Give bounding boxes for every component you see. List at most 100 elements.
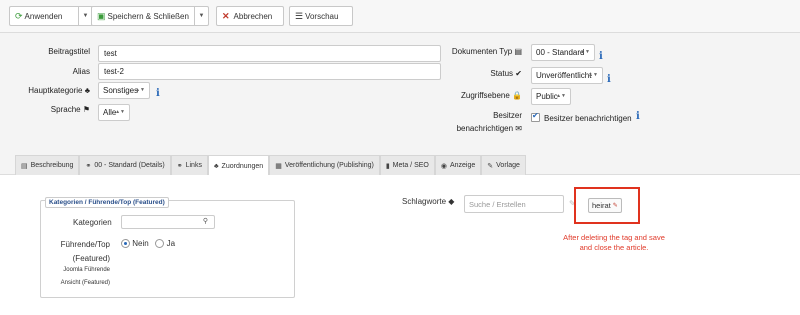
- save-icon: ▣: [97, 10, 106, 21]
- tags-label: Schlagworte ◆: [402, 197, 454, 206]
- featured-radios: Nein Ja: [121, 239, 176, 249]
- search-icon: ⚲: [202, 218, 208, 225]
- preview-button[interactable]: ☰ Vorschau: [289, 6, 353, 26]
- category-select[interactable]: Sonstiges ▲▼: [98, 82, 150, 99]
- joomla-featured-label-line2: Ansicht (Featured): [60, 280, 110, 286]
- featured-yes-radio[interactable]: [155, 239, 165, 249]
- access-label: Zugriffsebene 🔒: [461, 91, 522, 100]
- doctype-label-text: Dokumenten Typ: [451, 47, 513, 56]
- status-value: Unveröffentlicht: [536, 71, 592, 80]
- close-icon: ✕: [222, 10, 230, 21]
- category-info-icon[interactable]: i: [156, 88, 160, 99]
- categories-fieldset: Kategorien / Führende/Top (Featured) Kat…: [40, 197, 295, 298]
- select-arrow-icon: ▲▼: [115, 109, 125, 115]
- tags-label-text: Schlagworte: [402, 197, 447, 206]
- doctype-info-icon[interactable]: i: [599, 51, 603, 62]
- tab-meta-seo[interactable]: ▮ Meta / SEO: [379, 155, 435, 175]
- cancel-button[interactable]: ✕ Abbrechen: [216, 6, 284, 26]
- language-select[interactable]: Alle ▲▼: [98, 104, 130, 121]
- tags-placeholder: Suche / Erstellen: [469, 199, 526, 209]
- category-label: Hauptkategorie ♣: [28, 86, 90, 95]
- save-close-button[interactable]: ▣ Speichern & Schließen ▼: [91, 6, 209, 26]
- eye-icon: ◉: [440, 162, 447, 170]
- tab-display[interactable]: ◉ Anzeige: [434, 155, 482, 175]
- tab-links[interactable]: ⚭ Links: [170, 155, 208, 175]
- tab-template[interactable]: ✎ Vorlage: [481, 155, 526, 175]
- doctype-value: 00 - Standard: [536, 48, 585, 57]
- notify-label-line1: Besitzer: [493, 111, 522, 120]
- link-icon: ⚭: [85, 162, 92, 170]
- tab-description[interactable]: ▤ Beschreibung: [15, 155, 80, 175]
- alias-input[interactable]: test-2: [98, 63, 441, 80]
- tab-publishing[interactable]: ▦ Veröffentlichung (Publishing): [269, 155, 380, 175]
- brush-icon: ✎: [487, 162, 494, 170]
- doctype-label: Dokumenten Typ ▤: [452, 47, 522, 56]
- chart-icon: ▮: [385, 162, 390, 170]
- select-arrow-icon: ▲▼: [580, 49, 590, 55]
- alias-value: test-2: [104, 67, 125, 76]
- tab-label: Meta / SEO: [392, 162, 429, 169]
- check-icon: ✔: [515, 69, 522, 78]
- category-label-text: Hauptkategorie: [28, 86, 83, 95]
- title-input[interactable]: test: [98, 45, 441, 62]
- apply-button[interactable]: ⟳ Anwenden ▼: [9, 6, 93, 26]
- notify-label-line2: benachrichtigen ✉: [457, 124, 522, 133]
- tab-label: 00 - Standard (Details): [94, 162, 165, 169]
- featured-no-label: Nein: [132, 239, 149, 248]
- status-label: Status ✔: [490, 69, 522, 78]
- tabs: ▤ Beschreibung ⚭ 00 - Standard (Details) ⚭…: [15, 155, 526, 176]
- categories-input[interactable]: ⚲: [121, 215, 215, 229]
- categories-label: Kategorien: [73, 218, 112, 227]
- select-arrow-icon: ▲▼: [556, 93, 566, 99]
- notify-checkbox[interactable]: [531, 111, 540, 122]
- access-value: Public: [536, 92, 558, 101]
- tab-label: Links: [185, 162, 202, 169]
- link-icon: ⚭: [176, 162, 183, 170]
- joomla-featured-label-line1: Joomla Führende: [63, 267, 110, 273]
- lock-icon: 🔒: [512, 91, 522, 100]
- tab-standard-details[interactable]: ⚭ 00 - Standard (Details): [79, 155, 171, 175]
- select-arrow-icon: ▲▼: [588, 72, 598, 78]
- access-select[interactable]: Public ▲▼: [531, 88, 571, 105]
- doctype-select[interactable]: 00 - Standard ▲▼: [531, 44, 595, 61]
- language-label-text: Sprache: [50, 105, 81, 114]
- tags-icon: ◆: [448, 197, 455, 206]
- featured-no-radio[interactable]: [121, 239, 130, 249]
- notify-info-icon[interactable]: i: [636, 111, 640, 122]
- apply-dropdown-caret[interactable]: ▼: [78, 7, 92, 25]
- featured-label-line2: (Featured): [72, 254, 110, 263]
- article-details-panel: Beitragstitel test Alias test-2 Hauptkat…: [0, 33, 800, 155]
- sitemap-icon: ♣: [213, 162, 219, 170]
- annotation-highlight-box: [574, 187, 640, 224]
- language-label: Sprache ⚑: [51, 105, 90, 114]
- refresh-icon: ⟳: [15, 10, 23, 21]
- select-arrow-icon: ▲▼: [135, 87, 145, 93]
- status-label-text: Status: [490, 69, 514, 78]
- tags-search-input[interactable]: Suche / Erstellen: [464, 195, 564, 213]
- notify-checkbox-label: Besitzer benachrichtigen: [544, 114, 632, 123]
- toolbar: ⟳ Anwenden ▼ ▣ Speichern & Schließen ▼ ✕…: [0, 0, 800, 33]
- calendar-icon: ▦: [275, 162, 282, 170]
- menu-icon: ☰: [295, 10, 304, 21]
- title-value: test: [104, 49, 117, 58]
- annotation-note: After deleting the tag and save and clos…: [563, 233, 665, 252]
- envelope-icon: ✉: [515, 124, 522, 133]
- tab-label: Zuordnungen: [221, 162, 264, 170]
- apply-label: Anwenden: [24, 11, 63, 21]
- status-info-icon[interactable]: i: [607, 74, 611, 85]
- preview-label: Vorschau: [305, 11, 339, 21]
- save-close-label: Speichern & Schließen: [107, 11, 189, 21]
- tab-assignments[interactable]: ♣ Zuordnungen: [207, 155, 270, 176]
- file-icon: ▤: [21, 162, 28, 170]
- featured-yes-label: Ja: [166, 239, 176, 248]
- save-dropdown-caret[interactable]: ▼: [194, 7, 208, 25]
- tab-label: Beschreibung: [30, 162, 74, 169]
- tab-label: Vorlage: [496, 162, 520, 169]
- alias-label: Alias: [72, 67, 90, 76]
- sitemap-icon: ♣: [84, 86, 90, 95]
- access-label-text: Zugriffsebene: [461, 91, 510, 100]
- tab-label: Anzeige: [449, 162, 476, 169]
- status-select[interactable]: Unveröffentlicht ▲▼: [531, 67, 603, 84]
- tab-bar: ▤ Beschreibung ⚭ 00 - Standard (Details) ⚭…: [0, 155, 800, 176]
- title-label: Beitragstitel: [48, 47, 90, 56]
